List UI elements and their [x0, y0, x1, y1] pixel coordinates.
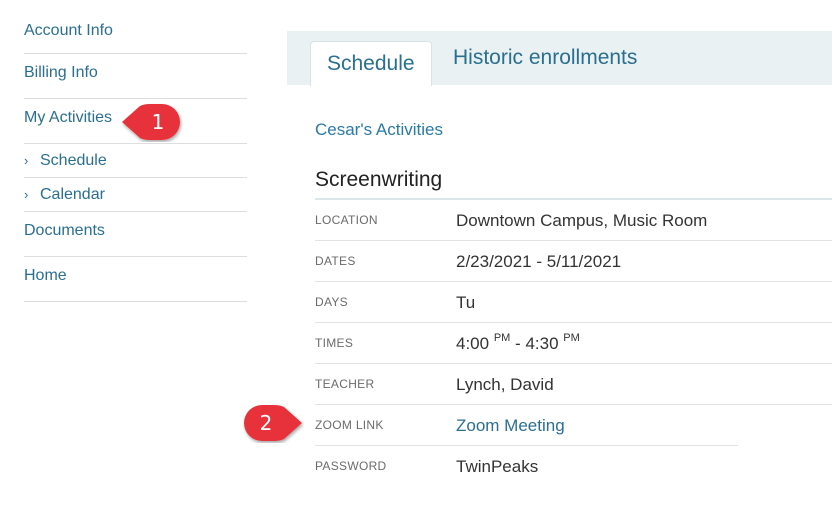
start-time: 4:00	[456, 334, 490, 353]
detail-value-times: 4:00 PM - 4:30 PM	[456, 323, 580, 364]
chevron-right-icon: ›	[24, 187, 29, 202]
end-ampm: PM	[563, 332, 580, 344]
start-ampm: PM	[493, 332, 511, 344]
detail-row-days: DAYS Tu	[315, 282, 832, 323]
callout-number: 2	[259, 411, 273, 435]
detail-label: TIMES	[315, 336, 354, 350]
sidebar-subitem-label: Calendar	[40, 186, 105, 203]
student-activities-heading: Cesar's Activities	[315, 120, 443, 139]
detail-value: 2/23/2021 - 5/11/2021	[456, 252, 622, 271]
detail-row-teacher: TEACHER Lynch, David	[315, 364, 832, 405]
detail-row-dates: DATES 2/23/2021 - 5/11/2021	[315, 241, 832, 282]
detail-row-zoom-link: ZOOM LINK Zoom Meeting	[315, 405, 738, 446]
detail-label: DAYS	[315, 295, 348, 309]
callout-badge-1: 1	[120, 102, 184, 142]
tab-bar: Schedule Historic enrollments	[287, 31, 832, 86]
tab-historic-enrollments[interactable]: Historic enrollments	[437, 35, 653, 79]
sidebar-subitem-schedule[interactable]: › Schedule	[24, 144, 247, 178]
sidebar-item-account-info[interactable]: Account Info	[24, 12, 247, 54]
detail-value: Tu	[456, 293, 476, 312]
detail-value: Lynch, David	[456, 375, 554, 394]
schedule-content: Cesar's Activities Screenwriting LOCATIO…	[315, 114, 832, 487]
sidebar-nav: Account Info Billing Info My Activities …	[24, 12, 247, 302]
chevron-right-icon: ›	[24, 153, 29, 168]
detail-label: PASSWORD	[315, 459, 387, 473]
tab-schedule[interactable]: Schedule	[310, 41, 432, 86]
zoom-meeting-link[interactable]: Zoom Meeting	[456, 416, 565, 435]
callout-number: 1	[151, 110, 165, 134]
activity-details: LOCATION Downtown Campus, Music Room DAT…	[315, 200, 832, 487]
detail-row-location: LOCATION Downtown Campus, Music Room	[315, 200, 832, 241]
detail-row-times: TIMES 4:00 PM - 4:30 PM	[315, 323, 832, 364]
detail-row-password: PASSWORD TwinPeaks	[315, 446, 832, 487]
detail-value: Downtown Campus, Music Room	[456, 211, 708, 230]
sidebar-subitem-label: Schedule	[40, 152, 107, 169]
callout-badge-2: 2	[240, 403, 304, 443]
detail-label: LOCATION	[315, 213, 378, 227]
detail-value: TwinPeaks	[456, 457, 539, 476]
sidebar-item-home[interactable]: Home	[24, 257, 247, 302]
sidebar-item-billing-info[interactable]: Billing Info	[24, 54, 247, 99]
detail-label: ZOOM LINK	[315, 418, 384, 432]
detail-value: Zoom Meeting	[456, 405, 565, 446]
detail-label: DATES	[315, 254, 356, 268]
detail-label: TEACHER	[315, 377, 375, 391]
end-time: 4:30	[525, 334, 559, 353]
sidebar-item-documents[interactable]: Documents	[24, 212, 247, 257]
sidebar-subitem-calendar[interactable]: › Calendar	[24, 178, 247, 212]
activity-title: Screenwriting	[315, 162, 832, 200]
time-separator: -	[510, 334, 526, 353]
